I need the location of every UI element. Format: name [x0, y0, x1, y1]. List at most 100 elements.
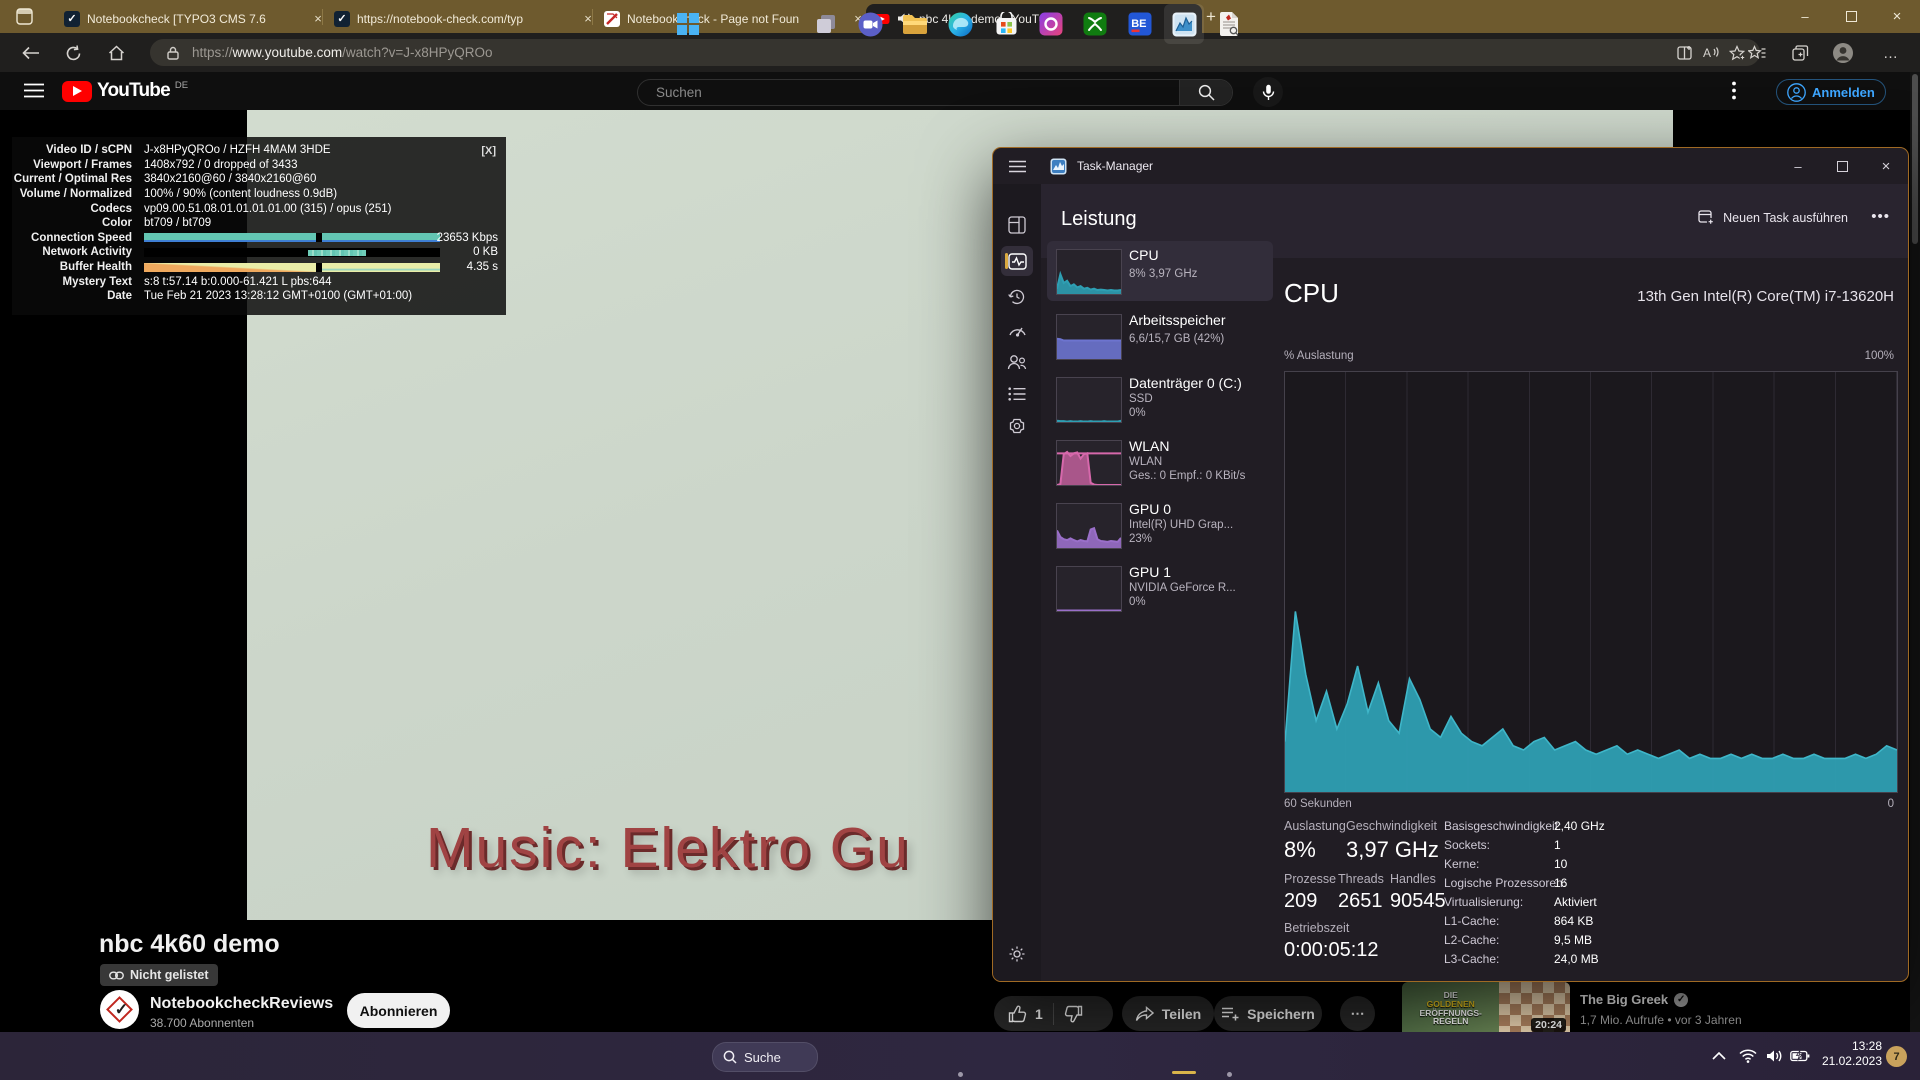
detail-label: Basisgeschwindigkeit: [1444, 819, 1561, 833]
channel-name[interactable]: NotebookcheckReviews [150, 995, 333, 1013]
edge-browser-icon[interactable] [940, 4, 980, 44]
metric-disk[interactable]: Datenträger 0 (C:) SSD 0% [1047, 369, 1273, 429]
detail-label: L2-Cache: [1444, 933, 1499, 947]
browser-minimize-button[interactable]: – [1782, 0, 1828, 33]
tab-separator [592, 9, 593, 25]
notification-count-badge[interactable]: 7 [1886, 1046, 1907, 1067]
tm-close-button[interactable]: × [1864, 149, 1908, 183]
purple-gradient-app-icon[interactable] [1031, 4, 1071, 44]
run-new-task-button[interactable]: Neuen Task ausführen [1698, 210, 1848, 226]
suggested-video-thumbnail[interactable]: DIE GOLDENEN ERÖFFNUNGS- REGELN 20:24 [1402, 982, 1570, 1035]
taskbar-search[interactable]: Suche [712, 1042, 818, 1072]
split-screen-icon[interactable] [1672, 40, 1698, 66]
visibility-badge: Nicht gelistet [100, 964, 218, 986]
y-axis-label: % Auslastung [1284, 350, 1354, 362]
document-viewer-app-icon[interactable] [1209, 4, 1249, 44]
tm-more-options-button[interactable]: ••• [1871, 208, 1890, 225]
task-manager-taskbar-icon[interactable] [1164, 4, 1204, 44]
home-icon[interactable] [103, 40, 129, 66]
profile-avatar[interactable] [1830, 40, 1856, 66]
browser-maximize-button[interactable] [1828, 0, 1874, 33]
detail-value: 10 [1554, 857, 1567, 871]
like-count: 1 [1035, 1006, 1043, 1022]
start-button[interactable] [668, 4, 708, 44]
favorites-icon[interactable] [1744, 40, 1770, 66]
like-dislike-pill: 1 [994, 996, 1113, 1031]
sidebar-item-services[interactable] [1001, 411, 1033, 441]
subscriber-count: 38.700 Abonnenten [150, 1016, 254, 1030]
task-view-button[interactable] [806, 4, 846, 44]
be-app-icon[interactable]: BE [1120, 4, 1160, 44]
thumbs-up-icon[interactable] [1008, 1005, 1027, 1023]
tab-close-icon[interactable]: × [310, 11, 326, 26]
metric-gpu1[interactable]: GPU 1 NVIDIA GeForce R... 0% [1047, 558, 1273, 618]
tab-actions-icon[interactable] [16, 8, 33, 25]
sidebar-item-details[interactable] [1001, 379, 1033, 409]
voice-search-button[interactable] [1253, 77, 1283, 107]
svg-text:BE: BE [1131, 18, 1146, 30]
chat-app-icon[interactable] [850, 4, 890, 44]
thumbnail-text: DIE GOLDENEN ERÖFFNUNGS- REGELN [1402, 982, 1499, 1035]
suggested-video-title[interactable]: The Big Greek ✓ [1580, 992, 1688, 1007]
detail-value: 16 [1554, 876, 1567, 890]
metric-memory[interactable]: Arbeitsspeicher 6,6/15,7 GB (42%) [1047, 306, 1273, 366]
battery-icon[interactable] [1787, 1044, 1813, 1068]
sidebar-item-users[interactable] [1001, 347, 1033, 377]
volume-icon[interactable] [1761, 1044, 1787, 1068]
file-explorer-icon[interactable] [895, 4, 935, 44]
tab-close-icon[interactable]: × [580, 11, 596, 26]
tm-hamburger-icon[interactable] [1009, 160, 1026, 173]
thumbs-down-icon[interactable] [1064, 1005, 1083, 1023]
sidebar-item-processes[interactable] [1001, 210, 1033, 240]
metric-wlan[interactable]: WLAN WLAN Ges.: 0 Empf.: 0 KBit/s [1047, 432, 1273, 492]
search-placeholder: Suchen [638, 85, 1179, 100]
guide-hamburger-icon[interactable] [24, 83, 44, 98]
connection-speed-bar [144, 233, 440, 242]
sidebar-item-startup-apps[interactable] [1001, 315, 1033, 345]
tm-maximize-button[interactable] [1820, 149, 1864, 183]
youtube-logo[interactable]: YouTube DE [62, 80, 188, 102]
metric-cpu[interactable]: CPU 8% 3,97 GHz [1047, 241, 1273, 301]
scrollbar-thumb[interactable] [1912, 74, 1918, 244]
tm-minimize-button[interactable]: – [1776, 149, 1820, 183]
share-button[interactable]: Teilen [1122, 996, 1214, 1031]
subscribe-button[interactable]: Abonnieren [347, 993, 450, 1028]
tm-page-heading: Leistung [1061, 208, 1137, 231]
svg-text:A: A [1703, 46, 1711, 60]
browser-menu-icon[interactable]: … [1878, 40, 1904, 66]
detail-label: Logische Prozessoren: [1444, 876, 1566, 890]
cpu-processor-name: 13th Gen Intel(R) Core(TM) i7-13620H [1637, 288, 1894, 305]
xbox-app-icon[interactable] [1075, 4, 1115, 44]
suggested-video-meta: 1,7 Mio. Aufrufe • vor 3 Jahren [1580, 1013, 1742, 1027]
more-actions-button[interactable]: ⋯ [1340, 996, 1375, 1031]
sidebar-item-app-history[interactable] [1001, 282, 1033, 312]
hidden-icons-chevron[interactable] [1706, 1044, 1732, 1068]
masthead-menu-icon[interactable] [1732, 81, 1736, 100]
save-button[interactable]: Speichern [1214, 996, 1322, 1031]
channel-avatar[interactable]: ✓ [100, 990, 139, 1029]
read-aloud-icon[interactable]: A [1698, 40, 1724, 66]
lock-icon[interactable] [160, 40, 186, 66]
youtube-masthead: YouTube DE Suchen Anmelden [0, 72, 1920, 110]
microsoft-store-icon[interactable] [986, 4, 1026, 44]
collections-icon[interactable] [1787, 40, 1813, 66]
detail-value: 864 KB [1554, 914, 1593, 928]
sidebar-item-performance[interactable] [1001, 246, 1033, 276]
search-input[interactable]: Suchen [637, 79, 1233, 106]
taskbar-clock[interactable]: 13:28 21.02.2023 [1820, 1039, 1882, 1069]
search-button[interactable] [1179, 79, 1232, 106]
browser-close-button[interactable]: × [1874, 0, 1920, 33]
metric-gpu0[interactable]: GPU 0 Intel(R) UHD Grap... 23% [1047, 495, 1273, 555]
wifi-icon[interactable] [1735, 1044, 1761, 1068]
task-manager-titlebar[interactable]: Task-Manager – × [993, 148, 1908, 184]
refresh-icon[interactable] [60, 40, 86, 66]
browser-tab[interactable]: ✓ Notebookcheck [TYPO3 CMS 7.6 × [56, 4, 334, 33]
gpu0-sparkline [1056, 503, 1122, 549]
detail-value: 2,40 GHz [1554, 819, 1605, 833]
sidebar-item-settings[interactable] [1001, 939, 1033, 969]
browser-tab[interactable]: ✓ https://notebook-check.com/typ × [326, 4, 604, 33]
detail-value: 24,0 MB [1554, 952, 1599, 966]
signin-button[interactable]: Anmelden [1776, 79, 1886, 105]
back-icon[interactable] [18, 40, 44, 66]
y-axis-max: 100% [1865, 350, 1894, 362]
